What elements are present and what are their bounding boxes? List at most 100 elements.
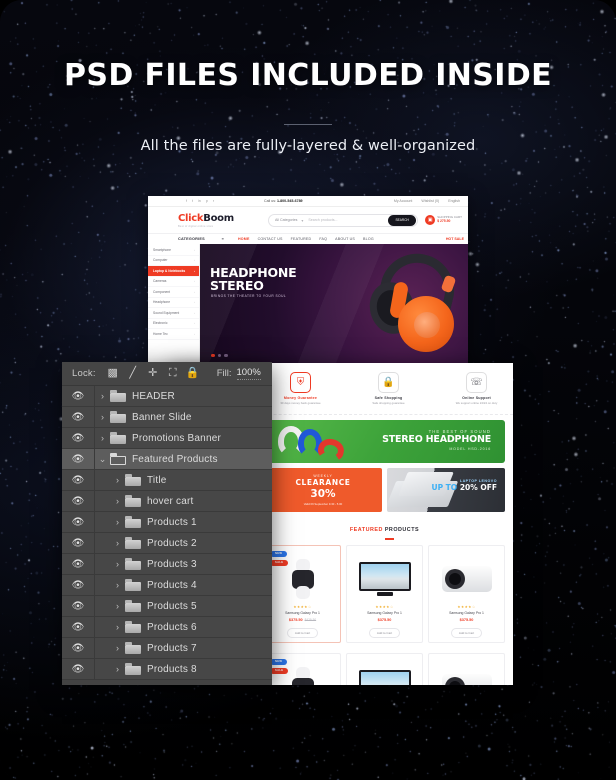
layer-visibility-icon[interactable]: 👁 bbox=[62, 469, 95, 491]
search-input[interactable]: Search products... bbox=[308, 218, 388, 222]
product-card[interactable]: ★★★★☆Samsung Galaxy Pro 1$375.50Add to C… bbox=[428, 652, 505, 685]
search-category-select[interactable]: All Categories bbox=[275, 218, 297, 222]
nav-hot-sale[interactable]: HOT SALE bbox=[446, 237, 468, 241]
layer-twirl-icon[interactable]: › bbox=[110, 601, 125, 611]
category-item[interactable]: Home Tec › bbox=[148, 329, 199, 340]
category-item[interactable]: Electronic › bbox=[148, 319, 199, 329]
product-name[interactable]: Samsung Galaxy Pro 1 bbox=[449, 611, 484, 615]
layer-row[interactable]: 👁 › Products 2 bbox=[62, 532, 272, 554]
layer-row[interactable]: 👁 › Products 3 bbox=[62, 553, 272, 575]
layer-row[interactable]: 👁 › Products 8 bbox=[62, 658, 272, 680]
add-to-cart-button[interactable]: Add to Cart bbox=[286, 627, 319, 638]
laptop-banner[interactable]: LAPTOP LENOVO UP TO 20% OFF bbox=[387, 468, 505, 512]
green-promo-banner[interactable]: THE BEST OF SOUND STEREO HEADPHONE MODEL… bbox=[264, 420, 505, 463]
nav-item-about[interactable]: ABOUT US bbox=[335, 237, 355, 241]
product-card[interactable]: ★★★★☆Samsung Galaxy Pro 1$375.50Add to C… bbox=[428, 544, 505, 643]
brush-lock-icon[interactable]: ╱ bbox=[123, 368, 143, 379]
search-bar[interactable]: All Categories ▾ Search products... SEAR… bbox=[268, 213, 419, 227]
layer-row[interactable]: 👁 › Title bbox=[62, 469, 272, 491]
layer-row[interactable]: 👁 › Products 4 bbox=[62, 574, 272, 596]
layer-visibility-icon[interactable]: 👁 bbox=[62, 406, 95, 428]
layer-visibility-icon[interactable]: 👁 bbox=[62, 385, 95, 407]
layer-twirl-icon[interactable]: › bbox=[110, 580, 125, 590]
product-card[interactable]: ★★★★☆Samsung Galaxy Pro 1$375.50Add to C… bbox=[346, 652, 423, 685]
wishlist-link[interactable]: Wishlist (0) bbox=[421, 199, 439, 203]
layer-twirl-icon[interactable]: › bbox=[110, 622, 125, 632]
layer-row[interactable]: 👁 › Products 1 bbox=[62, 511, 272, 533]
layer-visibility-icon[interactable]: 👁 bbox=[62, 553, 95, 575]
layer-twirl-icon[interactable]: › bbox=[110, 538, 125, 548]
carousel-dots[interactable] bbox=[211, 353, 228, 357]
nav-item-faq[interactable]: FAQ bbox=[319, 237, 327, 241]
layer-visibility-icon[interactable]: 👁 bbox=[62, 511, 95, 533]
category-item[interactable]: Laptop & Notebooks › bbox=[148, 266, 199, 277]
product-card[interactable]: ★★★★☆Samsung Galaxy Pro 1$375.50Add to C… bbox=[346, 544, 423, 643]
layer-twirl-icon[interactable]: › bbox=[110, 517, 125, 527]
carousel-dot-2[interactable] bbox=[217, 353, 221, 357]
topbar-links[interactable]: My Account Wishlist (0) English bbox=[394, 199, 464, 203]
layer-visibility-icon[interactable]: 👁 bbox=[62, 616, 95, 638]
layer-twirl-icon[interactable]: › bbox=[95, 391, 110, 401]
layer-row[interactable]: 👁 › Products 6 bbox=[62, 616, 272, 638]
category-item[interactable]: Smartphone › bbox=[148, 245, 199, 256]
layer-row[interactable]: 👁 › Promotions Banner bbox=[62, 427, 272, 449]
nav-item-contact[interactable]: CONTACT US bbox=[258, 237, 283, 241]
layer-visibility-icon[interactable]: 👁 bbox=[62, 595, 95, 617]
category-item[interactable]: Computer › bbox=[148, 256, 199, 266]
layer-visibility-icon[interactable]: 👁 bbox=[62, 427, 95, 449]
layer-row[interactable]: 👁 › Products 7 bbox=[62, 637, 272, 659]
layer-visibility-icon[interactable]: 👁 bbox=[62, 658, 95, 680]
photoshop-layers-panel[interactable]: Lock: ▩ ╱ ✛ ⛶ 🔒 Fill: 100% 👁 › HEADER 👁 › Ban… bbox=[62, 362, 272, 685]
layer-visibility-icon[interactable]: 👁 bbox=[62, 532, 95, 554]
layer-twirl-icon[interactable]: › bbox=[95, 412, 110, 422]
chevron-down-icon[interactable]: ▾ bbox=[301, 218, 303, 223]
hamburger-icon[interactable]: ≡ bbox=[222, 237, 224, 241]
move-lock-icon[interactable]: ✛ bbox=[143, 368, 163, 379]
carousel-dot-3[interactable] bbox=[224, 353, 228, 357]
lock-all-icon[interactable]: 🔒 bbox=[183, 368, 203, 379]
layer-row[interactable]: 👁 › HEADER bbox=[62, 385, 272, 407]
cart-widget[interactable]: ▣ SHOPPING CART $ 275.50 bbox=[425, 215, 462, 225]
product-name[interactable]: Samsung Galaxy Pro 1 bbox=[367, 611, 402, 615]
layer-row[interactable]: 👁 › Banner Slide bbox=[62, 406, 272, 428]
layer-twirl-icon[interactable]: › bbox=[110, 664, 125, 674]
clearance-banner[interactable]: WEEKLY CLEARANCE 30% Valid 09 September … bbox=[264, 468, 382, 512]
categories-toggle[interactable]: CATEGORIES ≡ bbox=[178, 237, 230, 241]
layer-twirl-icon[interactable]: › bbox=[110, 475, 125, 485]
product-price: $375.50 $429.50 bbox=[288, 617, 317, 622]
layer-visibility-icon[interactable]: 👁 bbox=[62, 490, 95, 512]
product-name[interactable]: Samsung Galaxy Pro 1 bbox=[285, 611, 320, 615]
layer-folder-icon bbox=[125, 579, 141, 591]
layer-visibility-icon[interactable]: 👁 bbox=[62, 637, 95, 659]
add-to-cart-button[interactable]: Add to Cart bbox=[368, 627, 401, 638]
search-button[interactable]: SEARCH bbox=[388, 214, 417, 226]
category-item[interactable]: Headphone › bbox=[148, 298, 199, 308]
my-account-link[interactable]: My Account bbox=[394, 199, 413, 203]
add-to-cart-button[interactable]: Add to Cart bbox=[450, 627, 483, 638]
fill-value[interactable]: 100% bbox=[236, 367, 261, 380]
carousel-dot-1[interactable] bbox=[211, 353, 215, 357]
layer-row[interactable]: 👁 › hover cart bbox=[62, 490, 272, 512]
layer-twirl-icon[interactable]: › bbox=[110, 559, 125, 569]
artboard-lock-icon[interactable]: ⛶ bbox=[163, 368, 183, 379]
site-logo[interactable]: ClickBoom Best of digital online store bbox=[178, 213, 260, 228]
layer-twirl-icon[interactable]: › bbox=[110, 643, 125, 653]
nav-item-blog[interactable]: BLOG bbox=[363, 237, 374, 241]
cart-icon[interactable]: ▣ bbox=[425, 215, 436, 225]
category-item[interactable]: Sound Equipment › bbox=[148, 308, 199, 319]
product-card[interactable]: NEWSALE★★★★☆Samsung Galaxy Pro 1$375.50$… bbox=[264, 652, 341, 685]
category-item[interactable]: Cameras › bbox=[148, 277, 199, 287]
product-card[interactable]: NEWSALE★★★★☆Samsung Galaxy Pro 1$375.50$… bbox=[264, 544, 341, 643]
nav-item-featured[interactable]: FEATURED bbox=[291, 237, 312, 241]
layer-visibility-icon[interactable]: 👁 bbox=[62, 574, 95, 596]
language-select[interactable]: English bbox=[448, 199, 460, 203]
layer-twirl-icon[interactable]: ⌄ bbox=[95, 454, 110, 465]
category-item[interactable]: Component › bbox=[148, 287, 199, 298]
layer-twirl-icon[interactable]: › bbox=[95, 433, 110, 443]
transparency-lock-icon[interactable]: ▩ bbox=[103, 368, 123, 379]
nav-item-home[interactable]: HOME bbox=[238, 237, 250, 241]
layer-row[interactable]: 👁 › Products 5 bbox=[62, 595, 272, 617]
layer-visibility-icon[interactable]: 👁 bbox=[62, 448, 95, 470]
layer-twirl-icon[interactable]: › bbox=[110, 496, 125, 506]
layer-row[interactable]: 👁 ⌄ Featured Products bbox=[62, 448, 272, 470]
